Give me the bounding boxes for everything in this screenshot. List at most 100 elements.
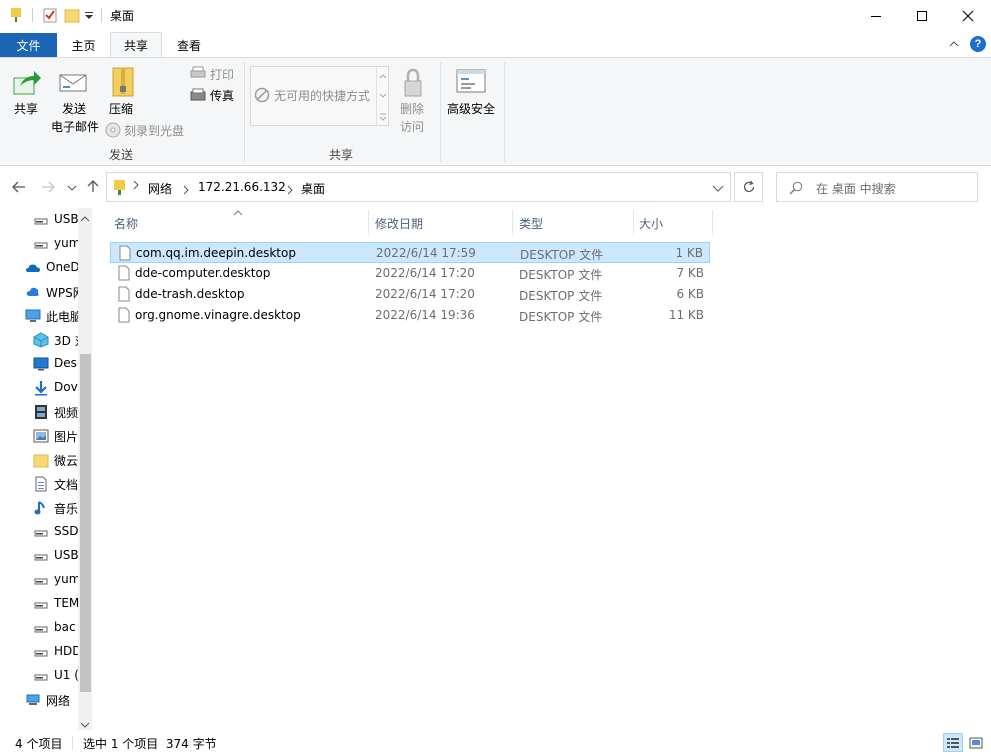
tab-view[interactable]: 查看 [162,33,216,57]
search-box[interactable]: 在 桌面 中搜索 [776,172,978,202]
nav-item[interactable]: 网络 [0,688,78,712]
drive-icon [33,236,49,252]
nav-item[interactable]: 文档 [0,472,78,496]
shortcut-gallery[interactable]: 无可用的快捷方式 [250,66,389,126]
file-row[interactable]: org.gnome.vinagre.desktop 2022/6/14 19:3… [110,305,710,326]
fax-icon [190,88,206,105]
nav-item-label: yum [54,572,78,586]
up-icon[interactable] [86,179,100,196]
nav-item[interactable]: 微云 [0,448,78,472]
nav-item[interactable]: 图片 [0,424,78,448]
nav-item[interactable]: TEM [0,592,78,616]
burn-button[interactable]: 刻录到光盘 [105,121,193,139]
nav-item[interactable]: 视频 [0,400,78,424]
nav-item[interactable]: OneD [0,256,78,280]
computer-icon [25,308,41,324]
group-separator [504,62,505,162]
refresh-button[interactable] [734,172,763,202]
scroll-up-icon[interactable] [80,212,90,226]
nav-item[interactable]: USB [0,208,78,232]
minimize-button[interactable] [853,0,899,31]
nav-item[interactable]: Des [0,352,78,376]
large-icons-view-button[interactable] [966,733,986,752]
column-divider[interactable] [712,210,713,235]
close-button[interactable] [945,0,991,31]
nav-item[interactable]: bac [0,616,78,640]
recent-locations-icon[interactable] [67,182,77,196]
nav-item[interactable]: HDD [0,640,78,664]
forward-icon[interactable] [41,180,55,197]
desktop-icon [33,356,49,372]
window-title: 桌面 [110,7,134,24]
nav-item[interactable]: SSD [0,520,78,544]
email-button[interactable]: 发送 电子邮件 [50,62,102,138]
zip-button[interactable]: 压缩 [105,62,141,126]
item-count: 4 个项目 [15,735,62,752]
crumb-network[interactable]: 网络 [148,180,172,197]
column-divider[interactable] [633,210,634,235]
nav-item[interactable]: yum [0,232,78,256]
address-bar[interactable]: 网络 172.21.66.132 桌面 [106,172,731,202]
remove-access-button[interactable]: 删除 访问 [395,62,431,138]
scroll-down-icon[interactable] [80,718,90,730]
3d-objects-icon [33,332,49,348]
column-type[interactable]: 类型 [519,215,543,232]
back-icon[interactable] [12,180,26,197]
nav-item[interactable]: 3D 对 [0,328,78,352]
details-view-button[interactable] [943,733,963,752]
details-view-icon [946,737,960,749]
column-divider[interactable] [368,210,369,235]
tab-file[interactable]: 文件 [0,33,57,57]
tab-share[interactable]: 共享 [110,32,162,57]
file-date: 2022/6/14 17:20 [375,287,475,301]
email-label-line2: 电子邮件 [51,118,99,135]
minimize-icon [870,10,882,22]
nav-item[interactable]: yum [0,568,78,592]
new-folder-icon[interactable] [64,7,80,26]
nav-item[interactable]: WPS网 [0,280,78,304]
nav-scroll-thumb[interactable] [80,354,91,692]
collapse-ribbon-icon[interactable] [949,38,959,52]
nav-item[interactable]: USB [0,544,78,568]
nav-item[interactable]: 音乐 [0,496,78,520]
crumb-sep-icon[interactable] [132,179,140,193]
qa-dropdown-icon[interactable] [84,10,94,24]
nav-item-label: 音乐 [54,500,78,517]
file-row[interactable]: dde-computer.desktop 2022/6/14 17:20 DES… [110,263,710,284]
fax-button[interactable]: 传真 [190,86,242,104]
gallery-scroll[interactable] [376,67,388,125]
file-row[interactable]: com.qq.im.deepin.desktop 2022/6/14 17:59… [110,242,710,263]
drive-icon [33,620,49,636]
column-name[interactable]: 名称 [114,215,138,232]
column-size[interactable]: 大小 [639,215,663,232]
file-row[interactable]: dde-trash.desktop 2022/6/14 17:20 DESKTO… [110,284,710,305]
help-icon[interactable]: ? [970,36,986,52]
music-icon [33,500,49,516]
maximize-button[interactable] [899,0,945,31]
tab-home[interactable]: 主页 [57,33,110,57]
address-dropdown-icon[interactable] [712,183,724,197]
properties-icon[interactable] [42,7,58,26]
folder-pin-icon[interactable] [10,7,24,26]
advanced-security-button[interactable]: 高级安全 [445,62,499,126]
crumb-sep-icon[interactable] [182,184,190,198]
crumb-desktop[interactable]: 桌面 [301,180,325,197]
nav-item[interactable]: U1 ( [0,664,78,688]
onedrive-icon [25,260,41,276]
column-date[interactable]: 修改日期 [375,215,423,232]
documents-icon [33,476,49,492]
qa-divider [32,8,33,22]
file-icon [119,245,131,261]
network-folder-icon [113,179,127,200]
nav-item[interactable]: 此电脑 [0,304,78,328]
share-button[interactable]: 共享 [4,62,48,126]
network-icon [25,692,41,708]
crumb-host[interactable]: 172.21.66.132 [198,180,286,194]
file-type: DESKTOP 文件 [519,308,602,325]
burn-label: 刻录到光盘 [124,122,184,139]
column-divider[interactable] [512,210,513,235]
print-button[interactable]: 打印 [190,65,242,83]
nav-item[interactable]: Dov [0,376,78,400]
file-size: 7 KB [676,266,704,280]
crumb-sep-icon[interactable] [286,184,294,198]
